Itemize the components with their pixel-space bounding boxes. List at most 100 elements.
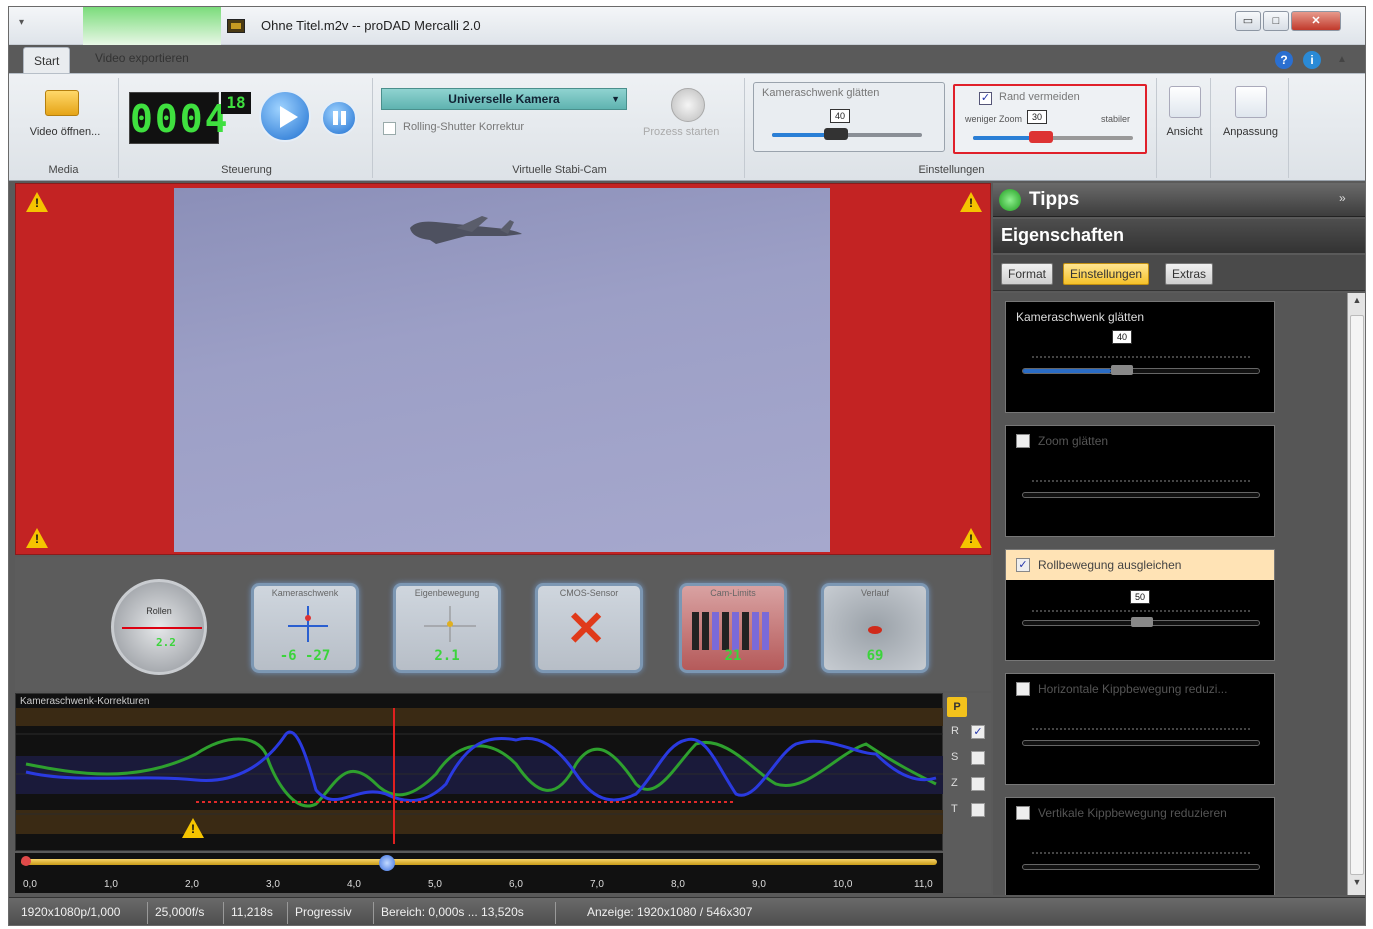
card-label: Vertikale Kippbewegung reduzieren [1038, 806, 1227, 820]
frame-counter-small: 18 [221, 92, 251, 114]
customize-button[interactable]: Anpassung [1213, 126, 1288, 138]
tab-video-export[interactable]: Video exportieren [85, 45, 199, 73]
airplane-icon [410, 216, 522, 244]
properties-header: Eigenschaften [993, 219, 1365, 253]
horizontal-tilt-checkbox[interactable] [1016, 682, 1030, 696]
tab-format[interactable]: Format [1001, 263, 1054, 285]
smooth-pan-thumb[interactable] [824, 128, 848, 140]
cam-limit-bar [722, 612, 729, 650]
close-button[interactable]: ✕ [1291, 11, 1341, 31]
minimize-button[interactable]: ▭ [1235, 11, 1261, 31]
zoom-smooth-slider[interactable] [1022, 492, 1260, 498]
disabled-x-icon: ✕ [566, 603, 607, 656]
process-start-icon[interactable] [671, 88, 705, 122]
cam-limits-tile[interactable]: Cam-Limits 21 [679, 583, 787, 673]
motion-gauges: Rollen 2.2 Kameraschwenk -6 -27 Eigenbew… [15, 557, 991, 691]
zoom-smooth-checkbox[interactable] [1016, 434, 1030, 448]
ribbon: Video öffnen... Media 0004 18 Steuerung … [9, 73, 1365, 181]
timeline-track[interactable] [21, 859, 937, 865]
play-button[interactable] [259, 90, 311, 142]
tab-extras[interactable]: Extras [1165, 263, 1214, 285]
channel-checkbox[interactable] [971, 777, 985, 791]
pause-button[interactable] [321, 100, 357, 136]
horizontal-tilt-slider[interactable] [1022, 740, 1260, 746]
vertical-tilt-checkbox[interactable] [1016, 806, 1030, 820]
roll-indicator-line [122, 627, 202, 629]
camera-select[interactable]: Universelle Kamera ▼ [381, 88, 627, 110]
scrollbar-thumb[interactable] [1350, 315, 1364, 875]
timeline-tick-label: 9,0 [752, 879, 766, 890]
avoid-border-fill [973, 136, 1033, 140]
timeline-tick-label: 7,0 [590, 879, 604, 890]
cmos-sensor-tile[interactable]: CMOS-Sensor ✕ [535, 583, 643, 673]
film-icon [227, 19, 245, 33]
channel-checkbox[interactable] [971, 751, 985, 765]
less-zoom-label: weniger Zoom [965, 114, 1023, 124]
ego-motion-gauge-tile[interactable]: Eigenbewegung 2.1 [393, 583, 501, 673]
grid-view-icon[interactable] [1168, 86, 1201, 118]
cam-limits-label: Cam-Limits [710, 588, 756, 598]
channel-checkbox[interactable] [971, 803, 985, 817]
slider-thumb[interactable] [1131, 617, 1153, 627]
open-video-button[interactable]: Video öffnen... [17, 126, 113, 138]
avoid-border-slider[interactable] [973, 131, 1133, 143]
channel-checkbox[interactable]: ✓ [971, 725, 985, 739]
pin-button[interactable]: P [947, 697, 967, 717]
window-title: Ohne Titel.m2v -- proDAD Mercalli 2.0 [261, 18, 481, 33]
quick-access-menu-icon[interactable]: ▾ [19, 17, 35, 31]
roll-gauge-value: 2.2 [156, 636, 176, 649]
settings-scrollbar[interactable]: ▲ ▼ [1347, 293, 1365, 895]
tab-settings[interactable]: Einstellungen [1063, 263, 1150, 285]
chevron-down-icon[interactable]: » [1339, 191, 1346, 205]
tips-header[interactable]: Tipps » [993, 183, 1365, 217]
maximize-button[interactable]: □ [1263, 11, 1289, 31]
timeline[interactable]: 0,0 1,0 2,0 3,0 4,0 5,0 6,0 7,0 8,0 9,0 10,0 11,0 [15, 853, 943, 893]
avoid-border-thumb[interactable] [1029, 131, 1053, 143]
pan-gauge-tile[interactable]: Kameraschwenk -6 -27 [251, 583, 359, 673]
cmos-sensor-label: CMOS-Sensor [559, 588, 619, 598]
timeline-tick-label: 1,0 [104, 879, 118, 890]
setting-card-horizontal-tilt: Horizontale Kippbewegung reduzi... [1005, 673, 1275, 785]
slider-ticks [1032, 610, 1250, 614]
status-separator [147, 902, 148, 924]
camera-select-value: Universelle Kamera [448, 92, 560, 106]
scroll-down-icon[interactable]: ▼ [1348, 877, 1365, 893]
ego-motion-gauge-value: 2.1 [434, 648, 460, 664]
card-value: 40 [1112, 330, 1132, 344]
smooth-pan-slider[interactable] [1022, 365, 1260, 375]
timeline-tick-label: 4,0 [347, 879, 361, 890]
properties-tabs: Format Einstellungen Extras [993, 255, 1365, 291]
timeline-start-marker[interactable] [21, 856, 31, 866]
roll-gauge-label: Rollen [146, 606, 172, 616]
ribbon-collapse-icon[interactable]: ▲ [1333, 51, 1351, 69]
card-label: Rollbewegung ausgleichen [1038, 558, 1182, 572]
scroll-up-icon[interactable]: ▲ [1348, 295, 1365, 311]
customize-icon[interactable] [1234, 86, 1267, 118]
card-value: 50 [1130, 590, 1150, 604]
smooth-pan-slider[interactable] [772, 128, 922, 140]
roll-checkbox[interactable]: ✓ [1016, 558, 1030, 572]
pan-correction-graph[interactable]: Kameraschwenk-Korrekturen ! [15, 693, 944, 851]
view-button[interactable]: Ansicht [1159, 126, 1210, 138]
slider-ticks [1032, 728, 1250, 732]
roll-slider[interactable] [1022, 617, 1260, 627]
folder-icon[interactable] [45, 90, 79, 116]
graph-channel-toggles: P R ✓ S Z T [943, 693, 991, 893]
video-frame[interactable] [174, 188, 830, 552]
slider-thumb[interactable] [1111, 365, 1133, 375]
video-preview-frame: ! ! ! ! [15, 183, 991, 555]
history-tile[interactable]: Verlauf 69 [821, 583, 929, 673]
avoid-border-label: Rand vermeiden [999, 91, 1080, 103]
history-value: 69 [866, 648, 884, 664]
rolling-shutter-checkbox[interactable] [383, 122, 396, 135]
help-icon[interactable]: ? [1275, 51, 1293, 69]
vertical-tilt-slider[interactable] [1022, 864, 1260, 870]
tab-start[interactable]: Start [23, 47, 71, 75]
avoid-border-checkbox[interactable]: ✓ [979, 92, 992, 105]
crosshair-icon [424, 606, 476, 642]
graph-canvas [16, 708, 944, 844]
timeline-tick-label: 2,0 [185, 879, 199, 890]
setting-card-roll: ✓ Rollbewegung ausgleichen 50 [1005, 549, 1275, 661]
timeline-playhead[interactable] [379, 855, 396, 871]
info-icon[interactable]: i [1303, 51, 1321, 69]
